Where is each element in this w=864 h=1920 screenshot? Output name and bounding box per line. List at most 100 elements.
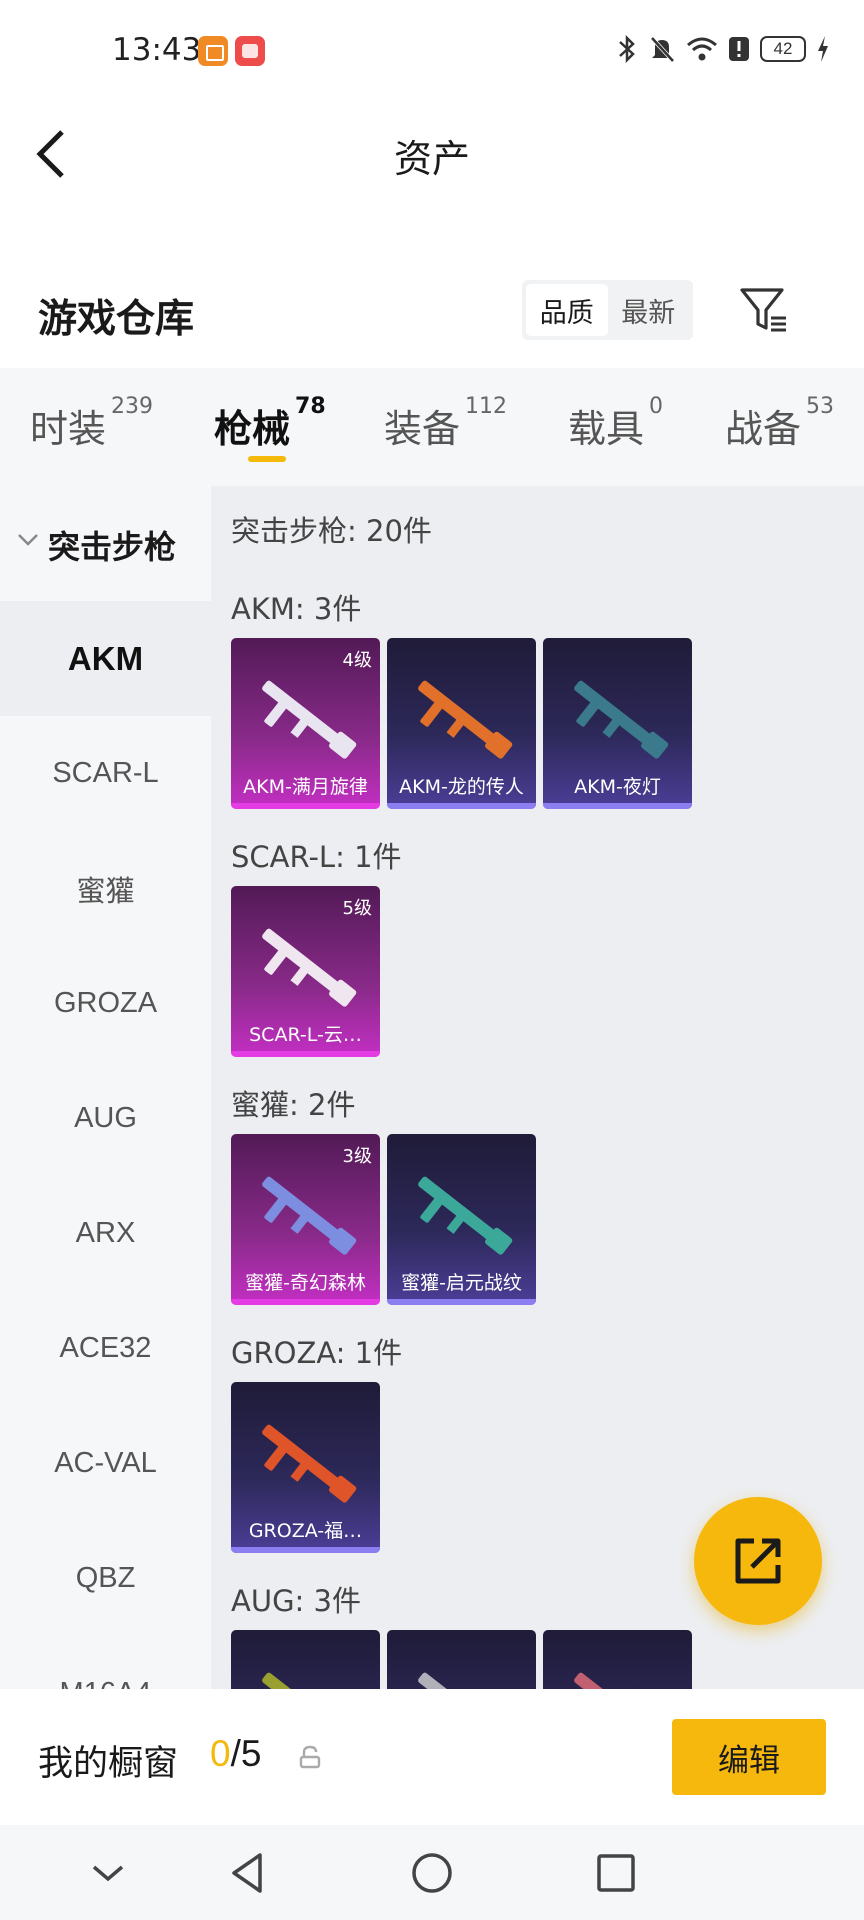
sidebar-item-groza[interactable]: GROZA [0, 946, 211, 1061]
showcase-count-total: /5 [230, 1733, 262, 1774]
weapon-name: 蜜獾-启元战纹 [401, 1272, 522, 1294]
nav-back-icon[interactable] [224, 1849, 272, 1897]
weapon-level: 3级 [342, 1146, 372, 1167]
weapon-skin-image [262, 1176, 357, 1255]
rarity-strip [231, 1051, 380, 1057]
tab-vehicles[interactable]: 载具0 [568, 394, 663, 453]
sort-by-newest-button[interactable]: 最新 [608, 284, 690, 336]
tab-count: 53 [806, 394, 835, 419]
weapon-card[interactable]: 蜜獾-启元战纹 [387, 1134, 536, 1305]
tab-count: 112 [465, 394, 508, 419]
showcase-count-current: 0 [210, 1733, 231, 1774]
page-title: 资产 [393, 137, 470, 181]
showcase-bar: 我的橱窗 0/5 编辑 [0, 1689, 864, 1825]
notification-shop-icon [235, 36, 265, 66]
bluetooth-icon [619, 34, 635, 64]
gun-body [574, 1672, 662, 1689]
gun-body [262, 1672, 350, 1689]
status-time: 13:43 [112, 32, 202, 68]
weapon-skin-image [418, 1672, 506, 1689]
tab-count: 78 [295, 394, 326, 419]
sidebar-item-aug[interactable]: AUG [0, 1061, 211, 1176]
group-label: 蜜獾: 2件 [231, 1088, 356, 1122]
sidebar-item-arx[interactable]: ARX [0, 1176, 211, 1291]
tab-count: 239 [111, 394, 154, 419]
rarity-strip [387, 803, 536, 809]
nav-home-icon[interactable] [408, 1849, 456, 1897]
sidebar-item-m16a4[interactable]: M16A4 [0, 1636, 211, 1689]
warehouse-header: 游戏仓库 品质 最新 [0, 270, 864, 360]
weapon-card[interactable]: 3级 蜜獾-奇幻森林 [231, 1134, 380, 1305]
group-label: AUG: 3件 [231, 1584, 361, 1618]
group-label: GROZA: 1件 [231, 1336, 403, 1370]
wifi-icon [687, 37, 717, 61]
weapon-skin-image [574, 680, 669, 759]
rarity-strip [231, 803, 380, 809]
weapon-name: AKM-夜灯 [574, 776, 661, 798]
status-bar: 13:43 42 [0, 0, 864, 104]
group-label: SCAR-L: 1件 [231, 840, 402, 874]
tab-label: 战备 [725, 407, 802, 451]
weapon-card[interactable] [231, 1630, 380, 1689]
rarity-strip [543, 803, 692, 809]
tab-label: 时装 [30, 407, 107, 451]
sort-by-quality-button[interactable]: 品质 [526, 284, 608, 336]
share-icon [735, 1538, 781, 1584]
weapon-name: AKM-满月旋律 [243, 776, 368, 798]
weapon-name: SCAR-L-云… [249, 1024, 362, 1046]
weapon-name: 蜜獾-奇幻森林 [245, 1272, 366, 1294]
sidebar-item-scar-l[interactable]: SCAR-L [0, 716, 211, 831]
weapon-card[interactable]: AKM-夜灯 [543, 638, 692, 809]
weapon-skin-image [418, 680, 513, 759]
mute-bell-icon [650, 36, 675, 63]
sidebar-item-ac-val[interactable]: AC-VAL [0, 1406, 211, 1521]
rarity-strip [231, 1299, 380, 1305]
weapon-card[interactable]: AKM-龙的传人 [387, 638, 536, 809]
rarity-strip [231, 1547, 380, 1553]
sidebar-item-akm[interactable]: AKM [0, 601, 211, 716]
weapon-skin-image [262, 1672, 350, 1689]
weapon-name: GROZA-福… [248, 1520, 363, 1542]
weapon-skin-image [262, 928, 357, 1007]
tab-label: 枪械 [214, 407, 291, 451]
tab-battle-gear[interactable]: 战备53 [725, 394, 834, 453]
chevron-down-icon[interactable] [84, 1849, 132, 1897]
alert-icon [729, 37, 749, 61]
title-bar: 资产 [0, 104, 864, 204]
gun-mag [420, 1197, 443, 1223]
section-total: 突击步枪: 20件 [231, 514, 432, 548]
tab-count: 0 [649, 394, 664, 419]
weapon-skin-image [418, 1176, 513, 1255]
weapon-card[interactable]: 4级 AKM-满月旋律 [231, 638, 380, 809]
sidebar-item-ace32[interactable]: ACE32 [0, 1291, 211, 1406]
edit-button[interactable]: 编辑 [672, 1719, 826, 1795]
tab-equipment[interactable]: 装备112 [384, 394, 507, 453]
share-button[interactable] [694, 1497, 822, 1625]
warehouse-title: 游戏仓库 [38, 297, 195, 342]
sidebar-group-assault-rifles[interactable]: 突击步枪 [0, 486, 211, 601]
nav-recents-icon[interactable] [592, 1849, 640, 1897]
weapon-card[interactable] [387, 1630, 536, 1689]
lock-icon [299, 1745, 321, 1769]
sidebar-item-honey-badger[interactable]: 蜜獾 [0, 831, 211, 946]
weapon-skin-image [262, 1424, 357, 1503]
weapon-skin-image [262, 680, 357, 759]
weapon-card[interactable] [543, 1630, 692, 1689]
tab-firearms[interactable]: 枪械78 [214, 394, 326, 453]
sidebar-group-label: 突击步枪 [48, 528, 177, 566]
status-icons: 42 [616, 34, 830, 64]
gun-mag [264, 1197, 287, 1223]
rarity-strip [387, 1299, 536, 1305]
battery-level: 42 [760, 36, 806, 62]
sidebar-item-qbz[interactable]: QBZ [0, 1521, 211, 1636]
weapon-card[interactable]: GROZA-福… [231, 1382, 380, 1553]
weapon-card[interactable]: 5级 SCAR-L-云… [231, 886, 380, 1057]
active-tab-indicator [248, 456, 286, 462]
weapon-level: 5级 [342, 898, 372, 919]
charging-icon [818, 36, 828, 62]
sort-toggle: 品质 最新 [522, 280, 693, 340]
tab-fashion[interactable]: 时装239 [30, 394, 153, 453]
filter-icon[interactable] [738, 284, 790, 336]
chevron-down-icon [18, 534, 38, 546]
system-nav-bar [0, 1825, 864, 1920]
